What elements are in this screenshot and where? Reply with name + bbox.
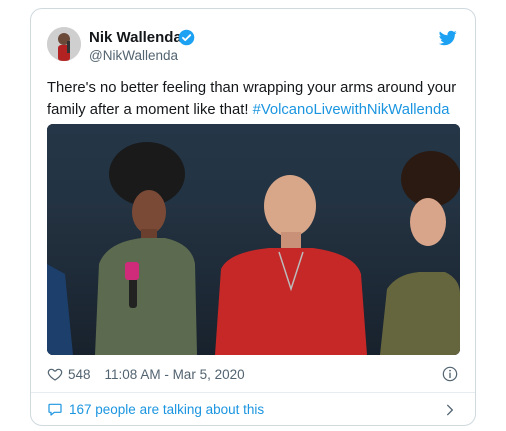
timestamp[interactable]: 11:08 AM - Mar 5, 2020 <box>105 367 245 382</box>
twitter-bird-icon[interactable] <box>439 29 457 47</box>
avatar-image <box>47 27 81 61</box>
tweet-card: Nik Wallenda @NikWallenda There's no bet… <box>30 8 476 426</box>
verified-badge-icon <box>178 29 195 46</box>
like-count[interactable]: 548 <box>68 367 91 382</box>
avatar[interactable] <box>47 27 81 61</box>
heart-icon[interactable] <box>47 366 63 382</box>
tweet-text-line-2-plain: family after a moment like that! <box>47 102 253 118</box>
hashtag-link[interactable]: #VolcanoLivewithNikWallenda <box>253 102 450 118</box>
conversation-link[interactable]: 167 people are talking about this <box>47 401 264 417</box>
conversation-text[interactable]: 167 people are talking about this <box>69 402 264 417</box>
author-handle[interactable]: @NikWallenda <box>89 48 178 63</box>
tweet-text-line-2: family after a moment like that! #Volcan… <box>47 99 461 121</box>
tweet-media[interactable] <box>47 124 460 355</box>
tweet-meta: 548 11:08 AM - Mar 5, 2020 <box>47 365 245 383</box>
author-name[interactable]: Nik Wallenda <box>89 29 182 46</box>
info-icon[interactable] <box>442 366 458 382</box>
tweet-text: There's no better feeling than wrapping … <box>47 77 461 121</box>
media-image <box>47 124 460 355</box>
chevron-right-icon[interactable] <box>443 402 457 418</box>
speech-bubble-icon <box>48 403 62 416</box>
divider <box>31 392 475 393</box>
tweet-text-line-1: There's no better feeling than wrapping … <box>47 80 457 96</box>
